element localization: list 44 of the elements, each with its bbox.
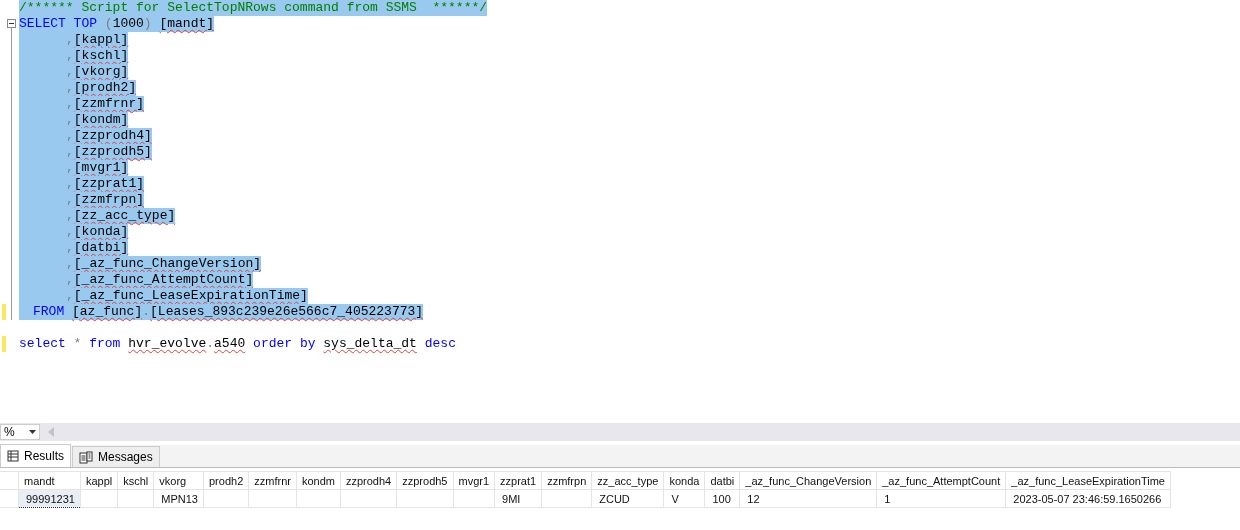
column-header[interactable]: zzprodh4 — [340, 471, 397, 490]
column-header[interactable]: datbi — [704, 471, 740, 490]
column-header[interactable]: _az_func_LeaseExpirationTime — [1005, 471, 1171, 490]
code-line: select * from hvr_evolve.a540 order by sys_delta_dt desc — [19, 336, 456, 352]
column-header[interactable]: zzprat1 — [494, 471, 542, 490]
grid-cell[interactable] — [453, 489, 495, 508]
collapse-icon[interactable] — [7, 19, 16, 28]
document-icon — [79, 450, 93, 464]
grid-cell[interactable]: 1 — [876, 489, 1006, 508]
grid-cell[interactable] — [296, 489, 341, 508]
grid-cell[interactable] — [203, 489, 249, 508]
results-tab[interactable]: Messages — [72, 446, 160, 467]
zoom-dropdown[interactable]: % — [0, 424, 40, 440]
column-header[interactable]: prodh2 — [203, 471, 249, 490]
scroll-left-icon[interactable] — [48, 427, 54, 437]
column-header[interactable]: kappl — [80, 471, 118, 490]
grid-cell[interactable] — [248, 489, 297, 508]
grid-cell[interactable]: V — [663, 489, 705, 508]
grid-cell[interactable]: 2023-05-07 23:46:59.1650266 — [1005, 489, 1171, 508]
column-header[interactable]: mandt — [18, 471, 81, 490]
grid-cell[interactable] — [340, 489, 397, 508]
grid-cell[interactable] — [396, 489, 453, 508]
column-header[interactable]: vkorg — [153, 471, 204, 490]
results-tab[interactable]: Results — [0, 444, 71, 467]
caret-icon — [29, 430, 36, 434]
grid-cell[interactable] — [80, 489, 118, 508]
grid-cell[interactable]: 12 — [739, 489, 877, 508]
column-header[interactable]: _az_func_ChangeVersion — [739, 471, 877, 490]
column-header[interactable]: zzprodh5 — [396, 471, 453, 490]
grid-cell[interactable]: 100 — [704, 489, 740, 508]
grid-cell[interactable] — [117, 489, 154, 508]
grid-cell[interactable] — [541, 489, 592, 508]
grid-icon — [7, 450, 19, 462]
column-header[interactable]: kondm — [296, 471, 341, 490]
column-header[interactable]: zz_acc_type — [591, 471, 664, 490]
grid-cell[interactable]: MPN13 — [153, 489, 204, 508]
column-header[interactable]: kschl — [117, 471, 154, 490]
column-header[interactable]: zzmfrnr — [248, 471, 297, 490]
grid-cell[interactable]: 9MI — [494, 489, 542, 508]
column-header[interactable]: konda — [663, 471, 705, 490]
column-header[interactable]: zzmfrpn — [541, 471, 592, 490]
column-header[interactable]: _az_func_AttemptCount — [876, 471, 1006, 490]
grid-cell[interactable]: ZCUD — [591, 489, 664, 508]
column-header[interactable]: mvgr1 — [453, 471, 495, 490]
